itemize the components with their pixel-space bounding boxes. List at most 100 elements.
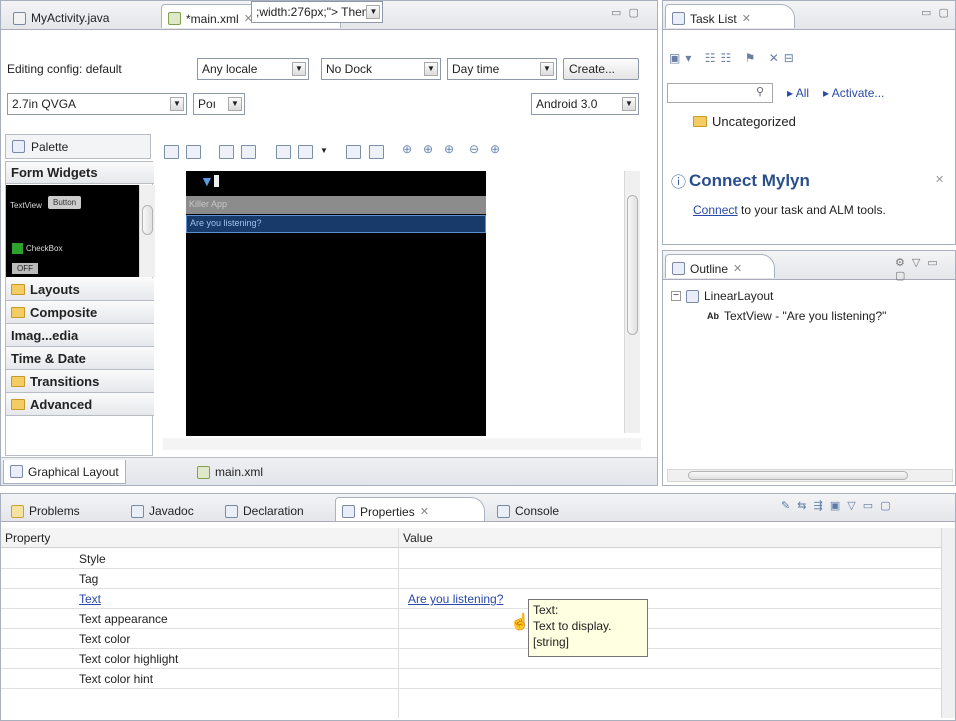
uncategorized-item[interactable]: Uncategorized — [693, 114, 796, 129]
canvas-horizontal-scrollbar[interactable] — [163, 438, 641, 450]
layout-canvas[interactable]: ▼ Killer App Are you listening? — [186, 171, 486, 436]
palette-images-media[interactable]: Imag...edia — [6, 324, 154, 347]
chevron-down-icon: ▼ — [540, 62, 554, 76]
zoom-real-icon[interactable]: ⊕ — [402, 142, 412, 156]
scroll-thumb[interactable] — [627, 195, 638, 335]
tab-task-list[interactable]: Task List ✕ — [665, 4, 795, 28]
canvas-vertical-scrollbar[interactable] — [624, 171, 640, 433]
filter-activate-link[interactable]: ▸ Activate... — [823, 86, 884, 100]
checkbox-icon[interactable] — [12, 243, 23, 254]
zoom-out-icon[interactable]: ⊖ — [469, 142, 479, 156]
create-button[interactable]: Create... — [563, 58, 639, 80]
palette-time-date[interactable]: Time & Date — [6, 347, 154, 370]
fill-width-icon[interactable] — [219, 145, 234, 159]
chevron-down-icon[interactable]: ▼ — [320, 146, 328, 155]
dock-select[interactable]: No Dock ▼ — [321, 58, 441, 80]
property-value[interactable]: Are you listening? — [408, 592, 523, 606]
property-row-text-appearance[interactable]: Text appearance — [1, 610, 946, 629]
scroll-thumb[interactable] — [142, 205, 153, 235]
textview-selected[interactable]: Are you listening? — [186, 215, 486, 233]
margins-icon[interactable] — [276, 145, 291, 159]
battery-icon — [214, 175, 219, 187]
outline-tree-item[interactable]: Ab TextView - "Are you listening?" — [707, 309, 886, 323]
connect-link[interactable]: Connect — [693, 203, 738, 217]
palette-layouts[interactable]: Layouts — [6, 278, 154, 301]
orientation-select[interactable]: Poı ▼ — [193, 93, 245, 115]
outline-menu-icon[interactable]: ⚙ ▽ ▭ ▢ — [895, 256, 955, 282]
javadoc-icon — [131, 504, 144, 518]
palette-scrollbar[interactable] — [139, 185, 155, 277]
property-row-text-color-hint[interactable]: Text color hint — [1, 670, 946, 689]
outline-icon — [672, 262, 685, 275]
collapse-icon[interactable]: − — [671, 291, 681, 301]
tab-declaration[interactable]: Declaration — [219, 497, 312, 521]
filter-all-link[interactable]: ▸ All — [787, 86, 809, 100]
tab-myactivity-java[interactable]: MyActivity.java — [7, 4, 117, 28]
layout-vertical-icon[interactable] — [186, 145, 201, 159]
column-value[interactable]: Value — [403, 531, 433, 545]
tab-graphical-layout[interactable]: Graphical Layout — [3, 460, 126, 484]
collapse-icon[interactable]: ✕⊟ — [769, 51, 799, 65]
task-list-icon — [672, 12, 685, 25]
close-icon[interactable]: ✕ — [742, 12, 751, 25]
tab-properties[interactable]: Properties ✕ — [335, 497, 485, 521]
zoom-reset-icon[interactable]: ⊕ — [444, 142, 454, 156]
zoom-fit-icon[interactable]: ⊕ — [423, 142, 433, 156]
preview-toggle[interactable]: OFF — [12, 263, 38, 274]
properties-toolbar-icons[interactable]: ✎ ⇆ ⇶ ▣ ▽ ▭ ▢ — [781, 499, 893, 512]
api-value: Android 3.0 — [536, 97, 598, 111]
palette-header[interactable]: Palette — [5, 134, 151, 159]
tab-javadoc[interactable]: Javadoc — [125, 497, 202, 521]
api-select[interactable]: Android 3.0 ▼ — [531, 93, 639, 115]
minimize-maximize-icon[interactable]: ▭ ▢ — [921, 6, 951, 19]
theme-select[interactable]: ;width:276px;"> Theme ▼ — [251, 1, 384, 23]
palette-form-widgets[interactable]: Form Widgets — [6, 162, 154, 184]
column-property[interactable]: Property — [5, 531, 50, 545]
filter-icon[interactable]: ☷☷ — [705, 51, 737, 65]
filter-all-label: All — [795, 86, 810, 100]
tab-main-xml-source[interactable]: main.xml — [191, 460, 269, 484]
palette-label: Advanced — [30, 396, 93, 412]
time-select[interactable]: Day time ▼ — [447, 58, 557, 80]
property-row-text[interactable]: Text Are you listening? — [1, 590, 946, 609]
device-select[interactable]: 2.7in QVGA ▼ — [7, 93, 187, 115]
locale-select[interactable]: Any locale ▼ — [197, 58, 309, 80]
locale-value: Any locale — [202, 62, 258, 76]
preview-textview[interactable]: TextView — [10, 201, 42, 210]
palette-composite[interactable]: Composite — [6, 301, 154, 324]
palette-label: Form Widgets — [11, 165, 98, 180]
folder-icon — [11, 375, 25, 387]
tab-label: Task List — [690, 11, 737, 26]
tab-console[interactable]: Console — [491, 497, 567, 521]
folder-icon — [11, 306, 25, 318]
palette-label: Transitions — [30, 373, 100, 389]
property-row-tag[interactable]: Tag — [1, 570, 946, 589]
focus-icon[interactable]: ⚑ — [745, 51, 761, 65]
zoom-in-icon[interactable]: ⊕ — [490, 142, 500, 156]
outline-tree-item[interactable]: − LinearLayout — [671, 289, 773, 303]
new-task-icon[interactable]: ▣▾ — [669, 51, 696, 65]
close-icon[interactable]: ✕ — [733, 262, 742, 275]
palette-advanced[interactable]: Advanced — [6, 393, 154, 416]
minimize-maximize-icon[interactable]: ▭ ▢ — [611, 6, 641, 19]
tab-outline[interactable]: Outline ✕ — [665, 254, 775, 278]
close-icon[interactable]: ✕ — [420, 505, 429, 518]
outline-horizontal-scrollbar[interactable] — [667, 469, 953, 482]
clear-icon[interactable] — [369, 145, 384, 159]
distribute-icon[interactable] — [346, 145, 361, 159]
linear-layout-icon — [686, 289, 699, 303]
properties-scrollbar[interactable] — [941, 528, 955, 718]
property-row-style[interactable]: Style — [1, 550, 946, 569]
uncategorized-label: Uncategorized — [712, 114, 796, 129]
task-search-field[interactable]: ⚲ — [667, 83, 773, 103]
tab-problems[interactable]: Problems — [5, 497, 88, 521]
property-row-text-color[interactable]: Text color — [1, 630, 946, 649]
gravity-icon[interactable] — [298, 145, 313, 159]
palette-transitions[interactable]: Transitions — [6, 370, 154, 393]
layout-horizontal-icon[interactable] — [164, 145, 179, 159]
preview-button[interactable]: Button — [48, 196, 82, 209]
mylyn-close-icon[interactable]: ✕ — [935, 173, 944, 186]
fill-height-icon[interactable] — [241, 145, 256, 159]
property-row-text-color-highlight[interactable]: Text color highlight — [1, 650, 946, 669]
scroll-thumb[interactable] — [688, 471, 908, 480]
